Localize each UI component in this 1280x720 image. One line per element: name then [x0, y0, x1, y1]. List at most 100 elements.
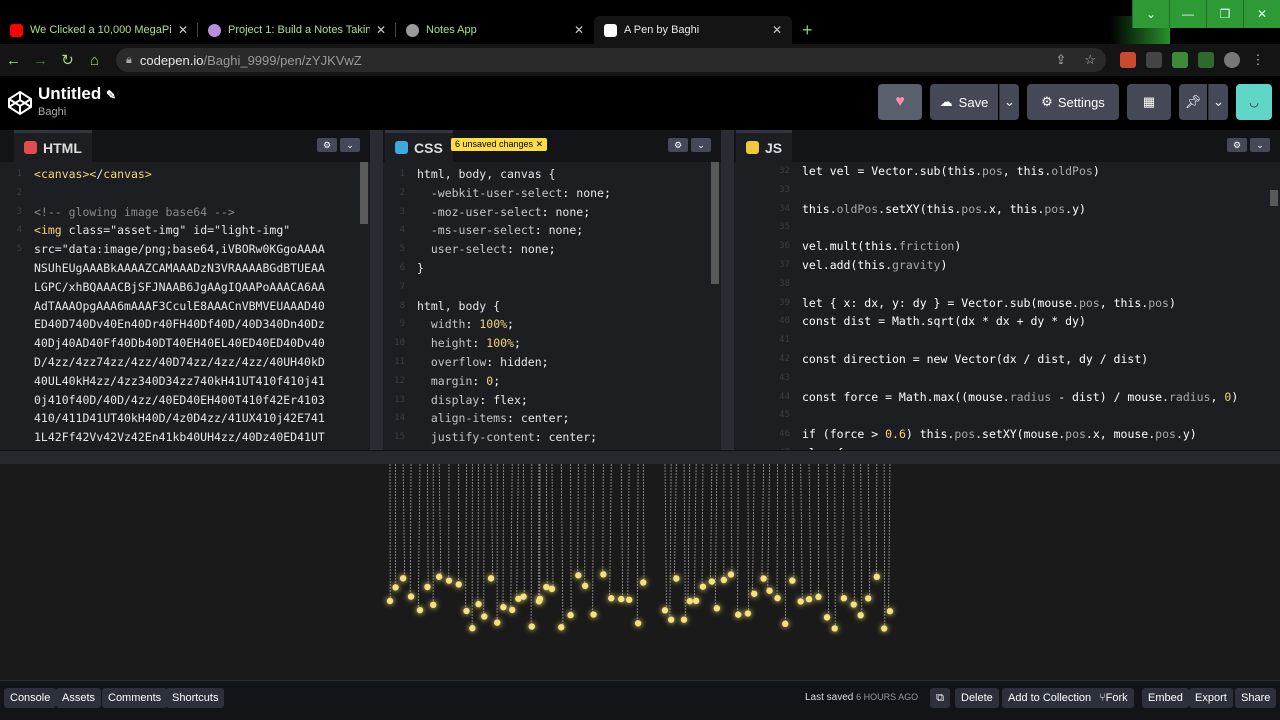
footer-fork-button[interactable]: ⑂ Fork [1093, 688, 1134, 708]
footer-comments-button[interactable]: Comments [102, 688, 168, 708]
glowing-bulb [805, 596, 813, 603]
html-tab[interactable]: HTML [14, 130, 92, 162]
panel-divider[interactable] [370, 130, 383, 450]
light-string [523, 463, 525, 597]
puzzle-icon[interactable] [1172, 52, 1188, 68]
js-tab[interactable]: JS [736, 130, 793, 162]
light-string [551, 463, 554, 589]
browser-tab[interactable]: We Clicked a 10,000 MegaPixel P ✕ [0, 16, 198, 44]
home-icon[interactable]: ⌂ [81, 52, 108, 69]
change-view-button[interactable]: ▦ [1127, 84, 1171, 120]
save-button[interactable]: ☁ Save [930, 84, 998, 120]
collapse-icon[interactable]: ⌄ [1250, 138, 1270, 152]
glowing-bulb [797, 598, 804, 605]
unsaved-changes-badge[interactable]: 6 unsaved changes ✕ [451, 138, 548, 151]
js-code[interactable]: 32 let vel = Vector.sub(this.pos, this.ol… [734, 162, 1280, 450]
share-icon[interactable]: ⇪ [1055, 52, 1066, 68]
footer-embed-button[interactable]: Embed [1142, 688, 1189, 708]
maximize-button[interactable]: ❐ [1206, 0, 1243, 28]
browser-tab[interactable]: A Pen by Baghi ✕ [594, 16, 792, 44]
url-field[interactable]: 🔒︎ codepen.io/Baghi_9999/pen/zYJKVwZ ⇪ ☆ [116, 48, 1106, 72]
menu-dots-icon[interactable]: ⋮ [1250, 52, 1266, 68]
html-editor[interactable]: HTML ⚙ ⌄ 1 <canvas></canvas> 2 3 <!-- glowing… [0, 130, 370, 450]
layout-icon: ▦ [1142, 94, 1156, 109]
extension-icon[interactable] [1120, 52, 1136, 68]
youtube-icon [10, 23, 23, 37]
panel-divider[interactable] [721, 130, 734, 450]
close-tab-icon[interactable]: ✕ [772, 23, 782, 37]
pin-button[interactable]: 📌︎ [1179, 84, 1207, 120]
glowing-bulb [581, 582, 589, 590]
glowing-bulb [850, 601, 857, 608]
footer-share-button[interactable]: Share [1235, 688, 1277, 708]
glowing-bulb [634, 620, 642, 627]
love-button[interactable]: ♥ [878, 84, 922, 120]
user-avatar[interactable]: ◡ [1236, 84, 1272, 120]
css-code[interactable]: 1 html, body, canvas {2 -webkit-user-sele… [383, 162, 721, 447]
light-string [710, 463, 713, 582]
pen-author[interactable]: Baghi [38, 106, 66, 118]
result-preview[interactable] [0, 463, 1280, 680]
editor-settings-icon[interactable]: ⚙ [317, 138, 337, 152]
pen-title[interactable]: Untitled ✎ [38, 84, 116, 104]
code-line: 1 <canvas></canvas> [0, 165, 370, 184]
code-line: 8AdTAAAOpgAAA6mAAAF3CculE8AAACnVBMVEUAAA… [0, 297, 370, 316]
close-tab-icon[interactable]: ✕ [178, 23, 188, 37]
footer-assets-button[interactable]: Assets [56, 688, 102, 708]
browser-tab[interactable]: Notes App ✕ [396, 16, 594, 44]
code-text: -moz-user-select: none; [430, 204, 591, 219]
forward-icon[interactable]: → [27, 52, 54, 69]
editor-settings-icon[interactable]: ⚙ [668, 138, 688, 152]
collapse-icon[interactable]: ⌄ [691, 138, 711, 152]
glowing-bulb [445, 577, 453, 584]
html-code[interactable]: 1 <canvas></canvas> 2 3 <!-- glowing image b… [0, 162, 370, 447]
editor-settings-icon[interactable]: ⚙ [1227, 138, 1247, 152]
collapse-icon[interactable]: ⌄ [340, 138, 360, 152]
scrollbar[interactable] [360, 162, 368, 224]
browser-tab[interactable]: Project 1: Build a Notes Taking W ✕ [198, 16, 396, 44]
light-string [602, 463, 604, 575]
bookmark-star-icon[interactable]: ☆ [1084, 52, 1096, 68]
codepen-logo-icon[interactable] [7, 90, 33, 116]
glowing-bulb [469, 625, 476, 632]
profile-avatar[interactable] [1224, 52, 1240, 68]
footer-console-button[interactable]: Console [4, 688, 57, 708]
light-string [752, 463, 755, 594]
footer-delete-button[interactable]: Delete [955, 688, 999, 708]
open-external-button[interactable]: ⧉ [930, 688, 950, 708]
tab-search-icon[interactable]: ⌄ [1132, 0, 1169, 28]
footer-export-button[interactable]: Export [1189, 688, 1233, 708]
minimize-button[interactable]: — [1169, 0, 1206, 28]
glowing-bulb [392, 584, 399, 591]
preview-resizer[interactable] [0, 450, 1280, 464]
extension-icon[interactable] [1146, 52, 1162, 68]
line-number: 1 [16, 169, 22, 179]
reload-icon[interactable]: ↻ [54, 51, 81, 69]
save-options-button[interactable]: ⌄ [999, 84, 1019, 120]
hanging-lights-canvas[interactable] [0, 463, 1280, 680]
sidebar-icon[interactable] [1198, 52, 1214, 68]
footer-shortcuts-button[interactable]: Shortcuts [166, 688, 225, 708]
close-tab-icon[interactable]: ✕ [376, 23, 386, 37]
html-label: HTML [43, 139, 82, 156]
code-text: user-select: none; [430, 242, 556, 257]
editor-area: HTML ⚙ ⌄ 1 <canvas></canvas> 2 3 <!-- glowing… [0, 130, 1280, 450]
css-tab[interactable]: CSS [385, 130, 453, 162]
footer-add-to-collection-button[interactable]: Add to Collection [1002, 688, 1098, 708]
code-text: height: 100%; [430, 336, 521, 351]
new-tab-button[interactable]: + [802, 16, 813, 44]
code-line: 6NSUhEUgAAABkAAAAZCAMAAADzN3VRAAAABGdBTU… [0, 259, 370, 278]
close-window-button[interactable]: ✕ [1243, 0, 1280, 28]
back-icon[interactable]: ← [0, 52, 27, 69]
js-editor[interactable]: JS ⚙ ⌄ 32 let vel = Vector.sub(this.pos, t… [734, 130, 1280, 450]
glowing-bulb [686, 597, 693, 605]
scrollbar[interactable] [711, 162, 719, 284]
scrollbar[interactable] [1270, 190, 1278, 206]
settings-button[interactable]: ⚙ Settings [1027, 84, 1119, 120]
css-editor[interactable]: CSS 6 unsaved changes ✕ ⚙ ⌄ 1 html, body, … [383, 130, 721, 450]
line-number: 4 [399, 225, 405, 236]
pin-options-button[interactable]: ⌄ [1208, 84, 1228, 120]
close-tab-icon[interactable]: ✕ [574, 23, 584, 37]
pencil-icon[interactable]: ✎ [106, 88, 116, 102]
unsaved-text: 6 unsaved changes [455, 139, 534, 149]
